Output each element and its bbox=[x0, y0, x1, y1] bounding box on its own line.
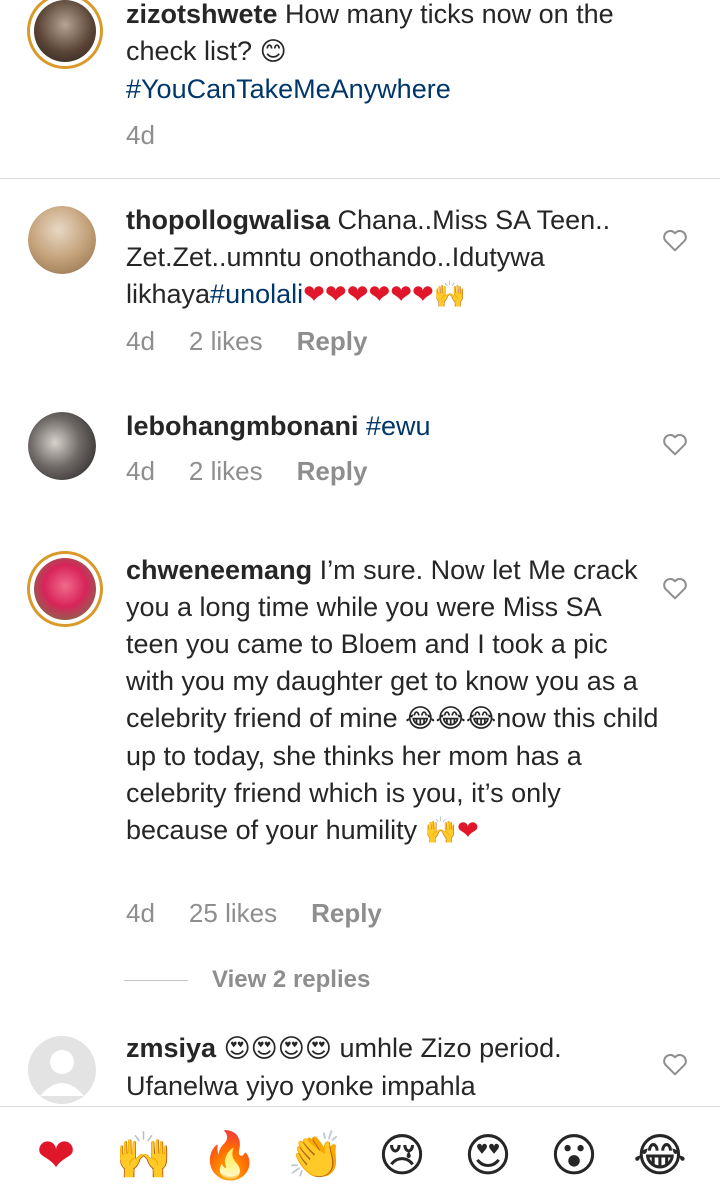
sad-face-icon[interactable]: 😢 bbox=[374, 1127, 430, 1183]
comment-time: 4d bbox=[126, 456, 155, 486]
comment-time: 4d bbox=[126, 898, 155, 928]
quick-reaction-bar: ❤ 🙌 🔥 👏 😢 😍 😮 😂 bbox=[0, 1106, 720, 1195]
hashtag-link[interactable]: #YouCanTakeMeAnywhere bbox=[126, 74, 451, 104]
clapping-hands-icon[interactable]: 👏 bbox=[287, 1127, 344, 1183]
hashtag-link[interactable]: #unolali bbox=[210, 279, 303, 309]
comment-username[interactable]: thopollogwalisa bbox=[126, 205, 330, 235]
heart-eyes-icon[interactable]: 😍 bbox=[460, 1127, 516, 1183]
avatar[interactable] bbox=[28, 412, 96, 480]
surprised-face-icon[interactable]: 😮 bbox=[546, 1127, 602, 1183]
tears-of-joy-emoji: 😂😂😂 bbox=[405, 704, 497, 734]
heart-eyes-emoji: 😍😍😍😍 bbox=[223, 1034, 332, 1064]
comment-time: 4d bbox=[126, 326, 155, 356]
smiling-face-emoji: 😊 bbox=[259, 37, 287, 67]
view-replies-label: View 2 replies bbox=[212, 966, 371, 993]
divider bbox=[0, 178, 720, 179]
comment-time: 4d bbox=[126, 120, 155, 150]
reply-button[interactable]: Reply bbox=[297, 326, 368, 357]
avatar[interactable] bbox=[28, 206, 96, 274]
comment-username[interactable]: lebohangmbonani bbox=[126, 411, 359, 441]
reply-button[interactable]: Reply bbox=[297, 456, 368, 487]
red-heart-icon[interactable]: ❤ bbox=[28, 1127, 84, 1183]
comment-username[interactable]: zmsiya bbox=[126, 1033, 216, 1063]
comment-likes[interactable]: 25 likes bbox=[189, 898, 277, 929]
reply-button[interactable]: Reply bbox=[311, 898, 382, 929]
avatar-placeholder[interactable] bbox=[28, 1036, 96, 1104]
hashtag-link[interactable]: #ewu bbox=[366, 411, 431, 441]
like-heart-icon[interactable] bbox=[662, 432, 688, 456]
hearts-emoji: ❤❤❤❤❤❤🙌 bbox=[303, 280, 467, 310]
replies-line bbox=[124, 979, 188, 981]
hands-heart-emoji: 🙌❤ bbox=[424, 816, 479, 846]
view-replies-button[interactable]: View 2 replies bbox=[124, 966, 370, 994]
default-avatar-icon bbox=[40, 1050, 84, 1096]
like-heart-icon[interactable] bbox=[662, 1052, 688, 1076]
tears-of-joy-icon[interactable]: 😂 bbox=[632, 1127, 688, 1183]
like-heart-icon[interactable] bbox=[662, 228, 688, 252]
avatar[interactable] bbox=[30, 0, 100, 66]
comment-username[interactable]: zizotshwete bbox=[126, 0, 278, 29]
like-heart-icon[interactable] bbox=[662, 576, 688, 600]
comment-likes[interactable]: 2 likes bbox=[189, 456, 263, 487]
fire-icon[interactable]: 🔥 bbox=[201, 1127, 258, 1183]
raising-hands-icon[interactable]: 🙌 bbox=[115, 1127, 172, 1183]
avatar[interactable] bbox=[30, 554, 100, 624]
comment-likes[interactable]: 2 likes bbox=[189, 326, 263, 357]
comment-username[interactable]: chweneemang bbox=[126, 555, 312, 585]
